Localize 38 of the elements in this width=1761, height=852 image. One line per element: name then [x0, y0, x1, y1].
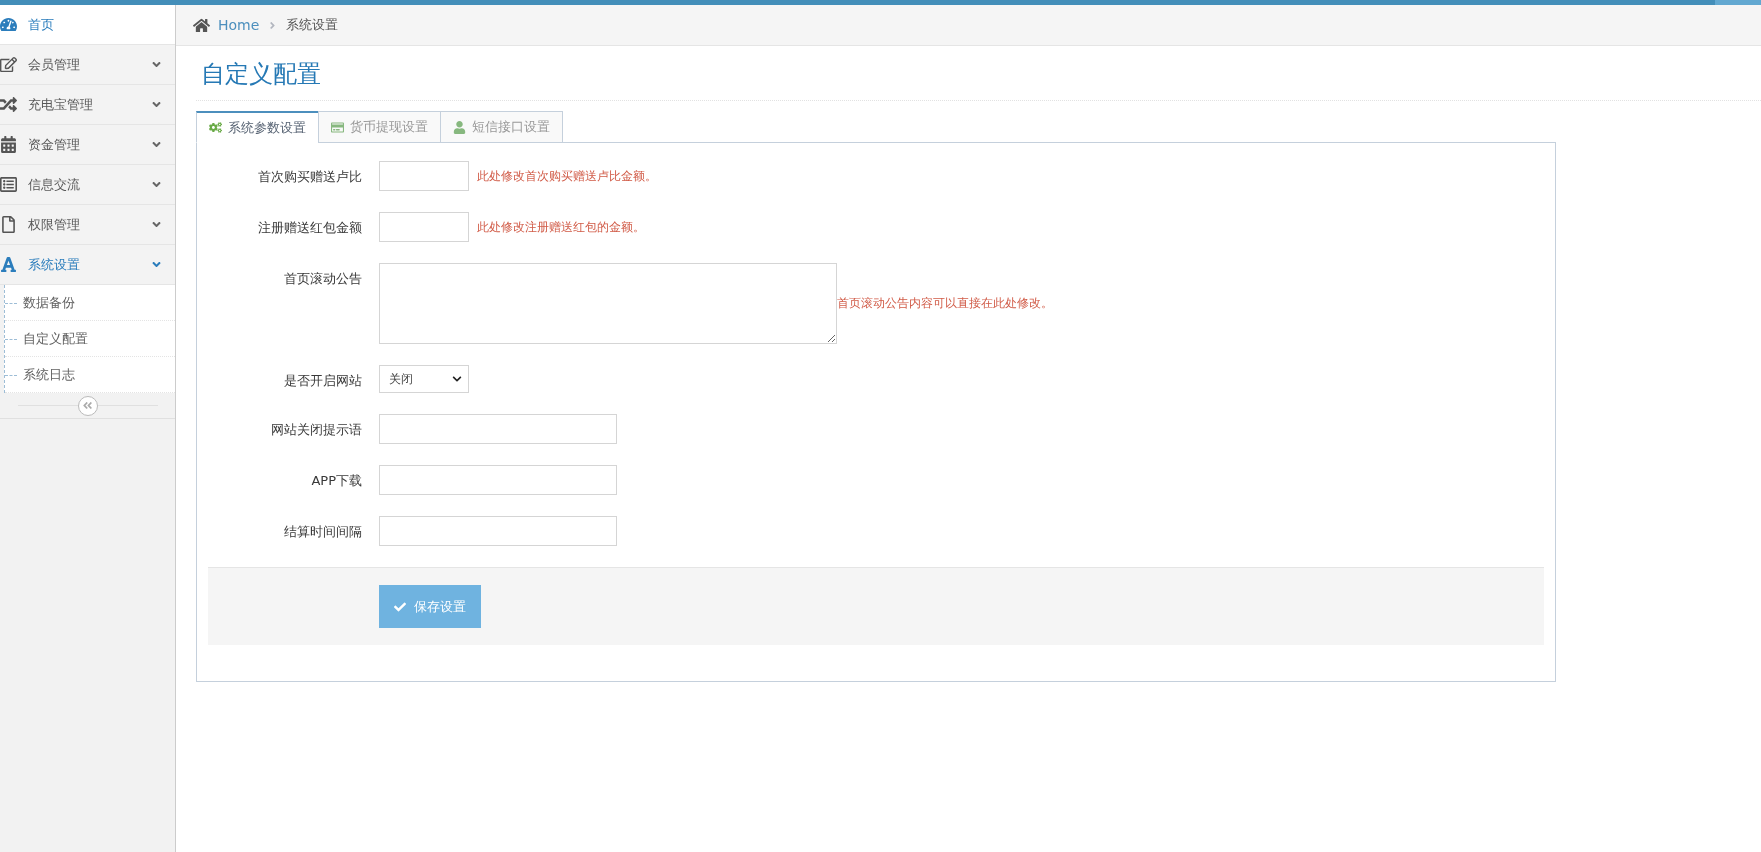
input-field[interactable] — [379, 465, 617, 495]
edit-icon — [0, 56, 17, 73]
hint-text: 此处修改注册赠送红包的金额。 — [477, 219, 645, 236]
submenu-item[interactable]: 数据备份 — [5, 285, 175, 321]
submenu-item[interactable]: 自定义配置 — [5, 321, 175, 357]
input-field[interactable] — [379, 212, 469, 242]
hint-text: 此处修改首次购买赠送卢比金额。 — [477, 168, 657, 185]
dashboard-icon — [0, 16, 17, 33]
shuffle-icon — [0, 96, 17, 113]
list-icon — [0, 176, 17, 193]
input-field[interactable] — [379, 516, 617, 546]
tab[interactable]: 系统参数设置 — [196, 111, 319, 143]
select-field[interactable]: 关闭 — [379, 365, 469, 393]
credit-card-icon — [331, 120, 344, 134]
user-icon — [453, 120, 466, 134]
field-label: 网站关闭提示语 — [270, 421, 362, 439]
gears-icon — [209, 121, 222, 134]
textarea-field[interactable] — [379, 263, 837, 344]
field-label: 注册赠送红包金额 — [257, 219, 362, 237]
page-title: 自定义配置 — [196, 46, 1761, 101]
field-label: 首页滚动公告 — [283, 270, 362, 288]
calendar-icon — [0, 136, 17, 153]
input-field[interactable] — [379, 414, 617, 444]
double-chevron-icon — [82, 400, 93, 411]
sidebar-item[interactable]: 首页 — [0, 5, 175, 45]
input-field[interactable] — [379, 161, 469, 191]
field-label: 是否开启网站 — [283, 372, 362, 390]
hint-text: 首页滚动公告内容可以直接在此处修改。 — [837, 295, 1053, 312]
chevron-down-icon — [452, 374, 462, 384]
field-label: 结算时间间隔 — [283, 523, 362, 541]
home-icon — [193, 16, 210, 34]
collapse-button[interactable] — [77, 395, 98, 416]
check-icon — [394, 600, 406, 613]
text-icon — [0, 256, 17, 273]
file-icon — [0, 216, 17, 233]
field-label: 首次购买赠送卢比 — [257, 168, 362, 186]
field-label: APP下载 — [310, 472, 362, 490]
breadcrumb-current: 系统设置 — [286, 16, 339, 34]
